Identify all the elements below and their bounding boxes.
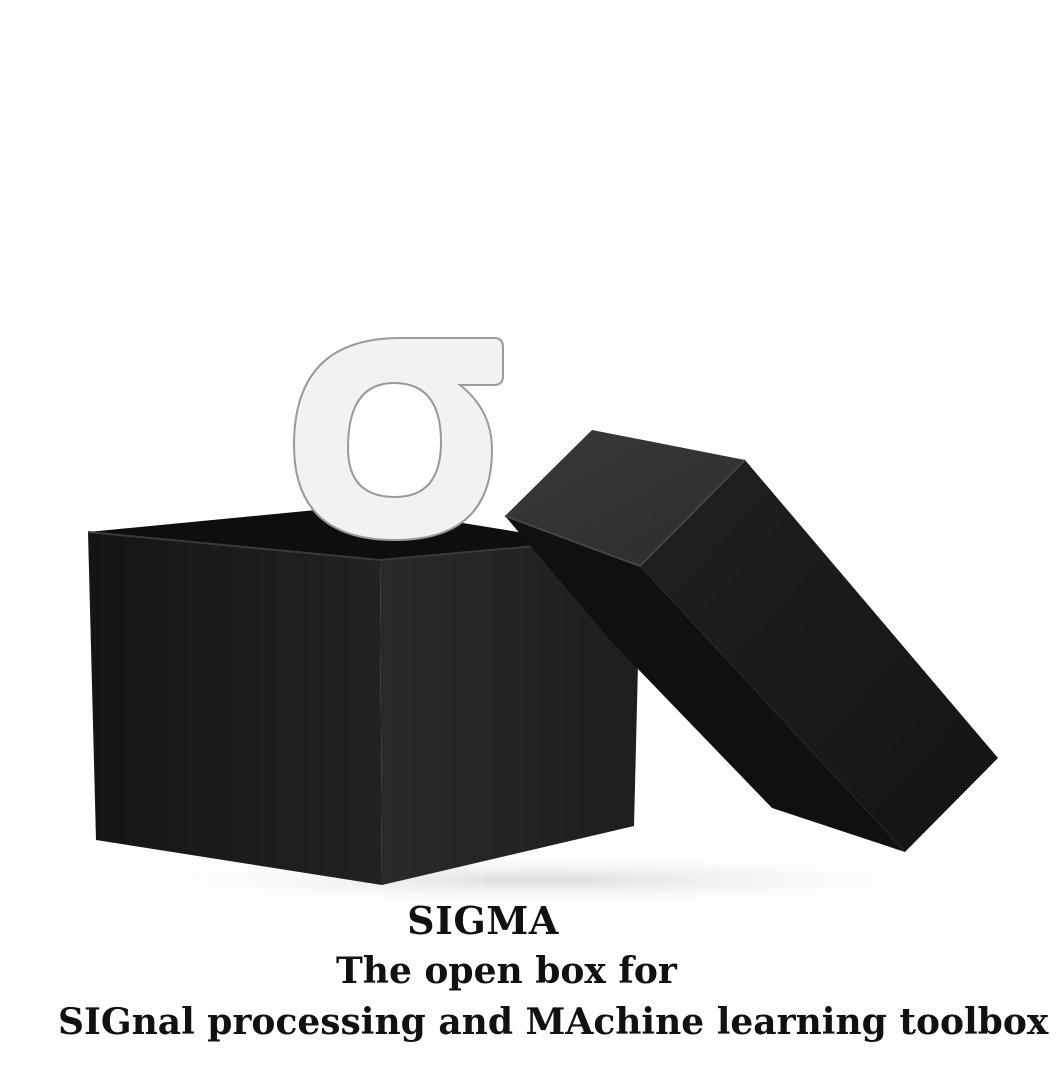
caption-description: SIGnal processing and MAchine learning t…	[58, 1001, 1049, 1043]
box-front-face	[88, 532, 382, 885]
sigma-letter-icon	[292, 337, 504, 542]
sigma-shape	[292, 337, 504, 542]
caption-title: SIGMA	[407, 898, 559, 943]
caption-subtitle: The open box for	[336, 950, 677, 992]
